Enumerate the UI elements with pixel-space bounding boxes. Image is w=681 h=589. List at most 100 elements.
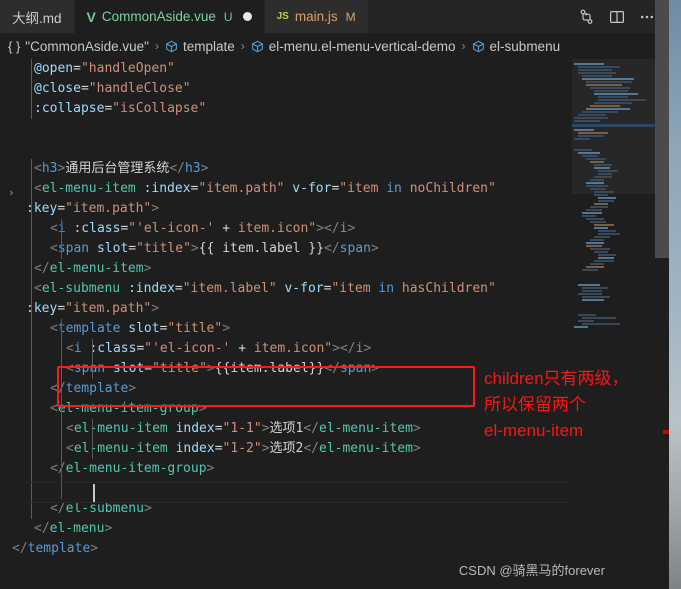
minimap-line xyxy=(582,317,616,319)
minimap-line xyxy=(590,105,620,107)
minimap-line xyxy=(574,138,590,140)
vertical-scrollbar-thumb[interactable] xyxy=(655,0,669,258)
minimap-line xyxy=(582,290,602,292)
indent-guide xyxy=(31,299,32,319)
minimap-line xyxy=(582,75,612,77)
minimap-line xyxy=(590,87,630,89)
indent-guide xyxy=(61,379,62,399)
indent-guide xyxy=(61,239,62,259)
indent-guide xyxy=(61,219,62,239)
editor-gutter[interactable] xyxy=(0,59,22,589)
indent-guide xyxy=(92,439,93,459)
minimap-line xyxy=(590,263,604,265)
indent-guide xyxy=(92,339,93,359)
minimap-line xyxy=(586,209,602,211)
indent-guide xyxy=(31,439,32,459)
minimap-line xyxy=(590,188,606,190)
minimap-line xyxy=(578,314,596,316)
minimap-line xyxy=(598,170,618,172)
minimap-line xyxy=(578,132,608,134)
minimap-selection xyxy=(572,124,655,127)
minimap-line xyxy=(586,218,604,220)
minimap-line xyxy=(598,200,614,202)
minimap-line xyxy=(598,257,614,259)
breadcrumb-item-file[interactable]: { } "CommonAside.vue" xyxy=(8,39,149,54)
code-line-text: </el-menu-item> xyxy=(34,261,152,276)
split-editor-icon[interactable] xyxy=(609,9,625,25)
indent-guide xyxy=(31,219,32,239)
desktop-background xyxy=(669,0,681,589)
breadcrumb-item-el-submenu[interactable]: el-submenu xyxy=(472,38,561,54)
minimap-line xyxy=(598,233,620,235)
code-line-text: <el-menu-item-group> xyxy=(50,401,207,416)
code-line-text: <el-menu-item index="1-1">选项1</el-menu-i… xyxy=(66,421,421,436)
minimap-line xyxy=(578,114,606,116)
source-control-icon[interactable] xyxy=(579,9,595,25)
minimap-line xyxy=(574,120,600,122)
indent-guide xyxy=(31,279,32,299)
tab-label: main.js xyxy=(294,9,338,24)
minimap-line xyxy=(594,167,610,169)
minimap-line xyxy=(598,96,628,98)
minimap-line xyxy=(598,197,616,199)
tab-label: CommonAside.vue xyxy=(101,9,216,24)
tab-label: 大纲.md xyxy=(12,10,62,26)
braces-icon: { } xyxy=(8,38,21,54)
minimap-line xyxy=(598,173,612,175)
minimap-line xyxy=(598,254,616,256)
minimap-line xyxy=(578,66,620,68)
breadcrumb-label: template xyxy=(182,38,235,54)
cube-icon xyxy=(251,40,264,53)
breadcrumb-item-el-menu[interactable]: el-menu.el-menu-vertical-demo xyxy=(251,39,456,54)
minimap-line xyxy=(594,236,610,238)
minimap-line xyxy=(582,299,604,301)
minimap-line xyxy=(590,161,604,163)
indent-guide xyxy=(31,199,32,219)
tab-commonaside-vue[interactable]: V CommonAside.vue U xyxy=(74,0,265,33)
minimap-line xyxy=(586,182,604,184)
code-line-text: :collapse="isCollapse" xyxy=(34,101,207,116)
breadcrumb-label: "CommonAside.vue" xyxy=(25,38,149,54)
indent-guide xyxy=(31,179,32,199)
minimap-line xyxy=(594,102,632,104)
code-editor[interactable]: @open="handleOpen" @close="handleClose":c… xyxy=(0,59,669,589)
code-line-text: <el-menu-item :index="item.path" v-for="… xyxy=(34,181,496,196)
indent-guide xyxy=(92,359,93,379)
minimap-line xyxy=(582,215,596,217)
code-line-text: <i :class="'el-icon-' + item.icon"></i> xyxy=(66,341,372,356)
code-line-text: :key="item.path"> xyxy=(26,201,160,216)
minimap-line xyxy=(582,269,598,271)
breadcrumb-separator: › xyxy=(461,39,466,53)
minimap-line xyxy=(582,78,634,80)
minimap-line xyxy=(578,284,600,286)
editor-minimap[interactable] xyxy=(572,59,655,589)
minimap-line xyxy=(574,129,594,131)
indent-guide xyxy=(61,339,62,359)
code-line-text: <el-submenu :index="item.label" v-for="i… xyxy=(34,281,496,296)
unsaved-dot-icon[interactable] xyxy=(242,12,252,21)
cube-icon xyxy=(165,40,178,53)
more-actions-icon[interactable] xyxy=(639,9,655,25)
tab-status-badge: U xyxy=(223,9,233,24)
indent-guide xyxy=(31,159,32,179)
indent-guide xyxy=(61,399,62,419)
minimap-line xyxy=(574,149,592,151)
code-line-text: <el-menu-item index="1-2">选项2</el-menu-i… xyxy=(66,441,421,456)
minimap-line xyxy=(594,260,614,262)
minimap-line xyxy=(586,185,608,187)
minimap-line xyxy=(594,90,628,92)
annotation-text: children只有两级， 所以保留两个 el-menu-item xyxy=(484,366,674,444)
tab-outline-md[interactable]: 大纲.md xyxy=(0,0,75,33)
minimap-line xyxy=(586,158,606,160)
breadcrumb-label: el-submenu xyxy=(489,38,561,54)
breadcrumb-item-template[interactable]: template xyxy=(165,39,235,54)
minimap-line xyxy=(582,323,620,325)
indent-guide xyxy=(31,239,32,259)
vue-icon: V xyxy=(86,8,96,25)
minimap-line xyxy=(582,296,610,298)
indent-guide xyxy=(61,359,62,379)
tab-status-badge: M xyxy=(345,9,356,24)
fold-arrow-icon[interactable]: › xyxy=(8,183,15,203)
vscode-window: 大纲.md V CommonAside.vue U JS main.js M {… xyxy=(0,0,681,589)
tab-main-js[interactable]: JS main.js M xyxy=(264,0,369,33)
